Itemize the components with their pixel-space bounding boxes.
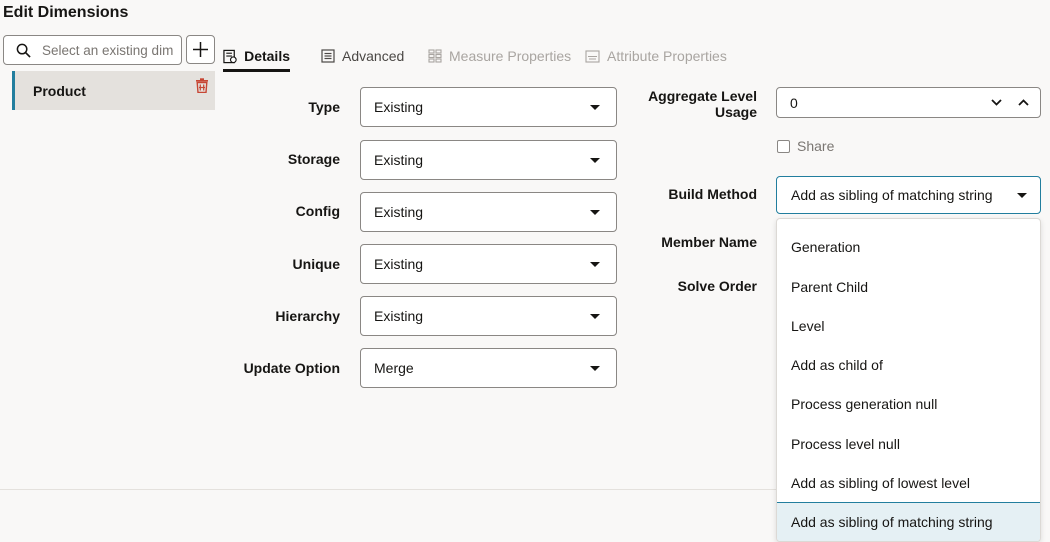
build-method-dropdown: Generation Parent Child Level Add as chi… <box>776 218 1041 542</box>
type-label: Type <box>308 99 340 115</box>
update-option-value: Merge <box>374 360 414 376</box>
unique-value: Existing <box>374 256 424 272</box>
details-icon <box>223 49 237 63</box>
update-option-label: Update Option <box>243 360 340 376</box>
config-label: Config <box>295 203 340 219</box>
option-parent-child[interactable]: Parent Child <box>777 267 1040 306</box>
attribute-properties-icon <box>585 49 600 63</box>
option-process-generation-null[interactable]: Process generation null <box>777 384 1040 423</box>
hierarchy-label: Hierarchy <box>275 308 340 324</box>
option-add-as-sibling-of-lowest-level[interactable]: Add as sibling of lowest level <box>777 463 1040 502</box>
page-title: Edit Dimensions <box>3 4 129 21</box>
measure-properties-icon <box>428 49 442 63</box>
tab-details-label: Details <box>244 48 290 64</box>
storage-value: Existing <box>374 152 424 168</box>
share-label: Share <box>797 138 835 154</box>
unique-select[interactable]: Existing <box>360 244 617 284</box>
advanced-icon <box>321 49 335 63</box>
share-checkbox[interactable]: Share <box>777 138 834 154</box>
chevron-down-icon <box>590 366 600 371</box>
dimension-list-item[interactable]: Product <box>12 71 215 110</box>
hierarchy-value: Existing <box>374 308 424 324</box>
tab-attribute-properties-label: Attribute Properties <box>607 48 727 64</box>
config-select[interactable]: Existing <box>360 192 617 232</box>
tab-advanced-label: Advanced <box>342 48 405 64</box>
chevron-down-icon <box>990 98 1002 106</box>
plus-icon <box>193 42 208 57</box>
option-add-as-sibling-of-matching-string[interactable]: Add as sibling of matching string <box>777 502 1040 541</box>
build-method-label: Build Method <box>668 186 757 202</box>
unique-label: Unique <box>292 256 340 272</box>
build-method-value: Add as sibling of matching string <box>791 187 993 203</box>
type-value: Existing <box>374 99 424 115</box>
chevron-up-icon <box>1017 98 1029 106</box>
delete-dimension-icon[interactable] <box>195 78 209 96</box>
tab-measure-properties-label: Measure Properties <box>449 48 572 64</box>
config-value: Existing <box>374 204 424 220</box>
chevron-down-icon <box>590 105 600 110</box>
member-name-label: Member Name <box>661 234 757 250</box>
chevron-down-icon <box>1017 193 1027 198</box>
decrement-button[interactable] <box>989 95 1003 109</box>
tab-advanced[interactable]: Advanced <box>321 40 404 72</box>
search-icon <box>16 43 31 58</box>
solve-order-label: Solve Order <box>677 278 757 294</box>
chevron-down-icon <box>590 210 600 215</box>
aggregate-level-usage-value: 0 <box>790 94 798 111</box>
storage-label: Storage <box>287 151 340 167</box>
type-select[interactable]: Existing <box>360 87 617 127</box>
option-process-level-null[interactable]: Process level null <box>777 424 1040 463</box>
aggregate-level-usage-label: Aggregate Level Usage <box>648 88 757 120</box>
aggregate-level-usage-stepper[interactable]: 0 <box>776 87 1041 118</box>
chevron-down-icon <box>590 262 600 267</box>
tab-details[interactable]: Details <box>223 40 290 72</box>
chevron-down-icon <box>590 314 600 319</box>
dimension-search[interactable] <box>3 35 182 65</box>
tab-attribute-properties[interactable]: Attribute Properties <box>585 40 727 72</box>
option-level[interactable]: Level <box>777 306 1040 345</box>
footer-divider <box>0 489 776 490</box>
build-method-select[interactable]: Add as sibling of matching string <box>776 176 1041 214</box>
update-option-select[interactable]: Merge <box>360 348 617 388</box>
trash-icon <box>196 78 208 94</box>
chevron-down-icon <box>590 158 600 163</box>
option-add-as-child-of[interactable]: Add as child of <box>777 345 1040 384</box>
hierarchy-select[interactable]: Existing <box>360 296 617 336</box>
increment-button[interactable] <box>1016 95 1030 109</box>
storage-select[interactable]: Existing <box>360 140 617 180</box>
search-input[interactable] <box>42 42 177 58</box>
option-generation[interactable]: Generation <box>777 227 1040 266</box>
add-dimension-button[interactable] <box>186 35 215 64</box>
dimension-label: Product <box>33 83 86 99</box>
tab-measure-properties[interactable]: Measure Properties <box>428 40 571 72</box>
checkbox-box[interactable] <box>777 139 790 153</box>
